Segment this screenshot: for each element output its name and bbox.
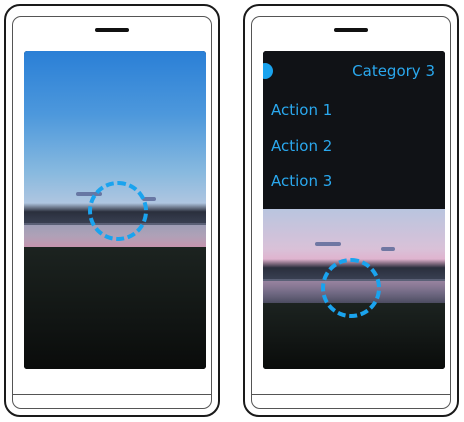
menu-category-label[interactable]: Category 3 (352, 62, 435, 80)
phone-bottom-divider (251, 394, 451, 395)
speaker-slot (95, 28, 129, 32)
phone-screen[interactable] (24, 51, 206, 369)
menu-item-action-2[interactable]: Action 2 (271, 137, 332, 155)
menu-dot-icon (263, 63, 273, 79)
phone-mockup-right: Category 3 Action 1 Action 2 Action 3 (243, 4, 459, 417)
photo-preview (263, 209, 445, 369)
touch-indicator-icon[interactable] (321, 258, 381, 318)
touch-indicator-icon[interactable] (88, 181, 148, 241)
action-menu: Category 3 Action 1 Action 2 Action 3 (263, 51, 445, 209)
phone-screen[interactable]: Category 3 Action 1 Action 2 Action 3 (263, 51, 445, 369)
ground (24, 247, 206, 369)
cloud (315, 242, 341, 246)
phone-mockup-left (4, 4, 220, 417)
phone-bottom-divider (12, 394, 212, 395)
menu-item-action-1[interactable]: Action 1 (271, 101, 332, 119)
speaker-slot (334, 28, 368, 32)
menu-item-action-3[interactable]: Action 3 (271, 172, 332, 190)
cloud (381, 247, 395, 251)
